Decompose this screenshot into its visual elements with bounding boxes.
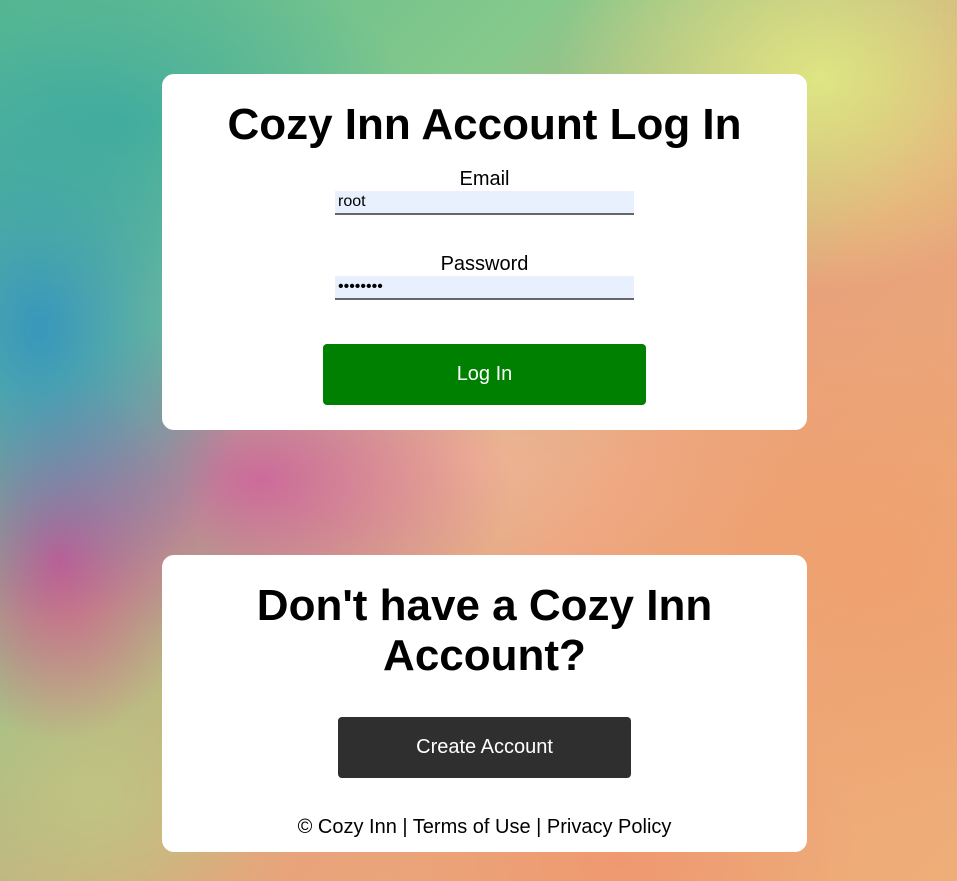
privacy-link[interactable]: Privacy Policy bbox=[547, 816, 671, 838]
login-title: Cozy Inn Account Log In bbox=[227, 100, 742, 149]
email-field[interactable] bbox=[335, 191, 634, 215]
copyright-text: © Cozy Inn bbox=[297, 816, 397, 838]
footer-separator: | bbox=[536, 816, 542, 838]
signup-card: Don't have a Cozy Inn Account? Create Ac… bbox=[162, 555, 807, 852]
terms-link[interactable]: Terms of Use bbox=[413, 816, 531, 838]
login-card: Cozy Inn Account Log In Email Password L… bbox=[162, 74, 807, 430]
signup-title: Don't have a Cozy Inn Account? bbox=[256, 581, 713, 680]
password-label: Password bbox=[440, 253, 529, 275]
password-field[interactable] bbox=[335, 276, 634, 300]
footer: © Cozy Inn | Terms of Use | Privacy Poli… bbox=[162, 815, 807, 839]
create-account-button[interactable]: Create Account bbox=[338, 717, 631, 778]
email-label: Email bbox=[459, 168, 510, 190]
footer-separator: | bbox=[402, 816, 408, 838]
login-button[interactable]: Log In bbox=[323, 344, 646, 405]
